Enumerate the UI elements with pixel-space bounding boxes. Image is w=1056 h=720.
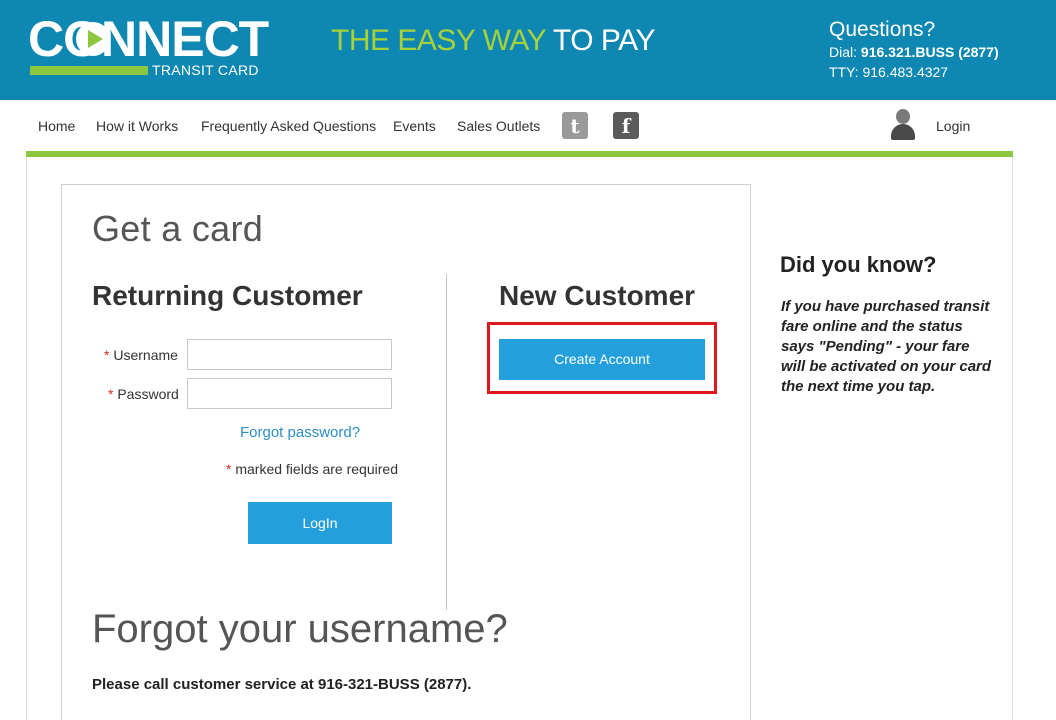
user-icon-body [891,124,915,140]
returning-customer-heading: Returning Customer [92,280,363,311]
username-label-text: Username [113,347,178,363]
forgot-username-heading: Forgot your username? [92,607,508,651]
dial-line: Dial: 916.321.BUSS (2877) [829,42,999,62]
questions-title: Questions? [829,18,936,41]
login-button[interactable]: LogIn [248,502,392,544]
required-star: * [226,461,232,477]
required-star: * [108,386,114,402]
user-icon-head [896,109,910,124]
logo-wordmark: CONNECT [28,11,269,67]
play-icon [76,22,110,56]
main-nav: Home How it Works Frequently Asked Quest… [0,100,1056,152]
site-header: CONNECT TRANSIT CARD THE EASY WAY TO PAY… [0,0,1056,100]
dial-number: 916.321.BUSS (2877) [860,44,999,60]
contact-info: Questions? Dial: 916.321.BUSS (2877) TTY… [829,18,999,82]
nav-item-sales-outlets[interactable]: Sales Outlets [457,118,540,134]
page-title: Get a card [92,208,264,249]
tty-line: TTY: 916.483.4327 [829,64,949,80]
required-star: * [104,347,110,363]
create-account-button[interactable]: Create Account [499,339,705,380]
nav-item-faq[interactable]: Frequently Asked Questions [201,118,376,134]
password-input[interactable] [187,378,392,409]
column-divider [446,274,447,610]
forgot-password-link[interactable]: Forgot password? [240,424,360,441]
login-link[interactable]: Login [936,118,970,134]
username-input[interactable] [187,339,392,370]
dial-label: Dial: [829,44,858,60]
connect-logo[interactable]: CONNECT TRANSIT CARD [28,14,278,80]
twitter-icon[interactable]: t [562,112,588,139]
required-note-text: marked fields are required [235,461,398,477]
password-label: * Password [108,386,179,402]
logo-subtitle: TRANSIT CARD [152,62,259,78]
nav-item-home[interactable]: Home [38,118,75,134]
did-you-know-title: Did you know? [780,252,937,277]
password-label-text: Password [117,386,179,402]
user-icon[interactable] [891,109,915,141]
nav-item-events[interactable]: Events [393,118,436,134]
required-note: * marked fields are required [226,461,398,477]
tagline: THE EASY WAY TO PAY [331,24,655,58]
tagline-rest: TO PAY [552,24,656,57]
customer-service-text: Please call customer service at 916-321-… [92,676,472,693]
logo-underline [30,66,148,75]
nav-item-how-it-works[interactable]: How it Works [96,118,178,134]
facebook-icon[interactable]: f [613,112,639,139]
new-customer-heading: New Customer [499,280,696,311]
tagline-highlight: THE EASY WAY [331,24,546,57]
username-label: * Username [104,347,178,363]
did-you-know-text: If you have purchased transit fare onlin… [781,298,992,395]
